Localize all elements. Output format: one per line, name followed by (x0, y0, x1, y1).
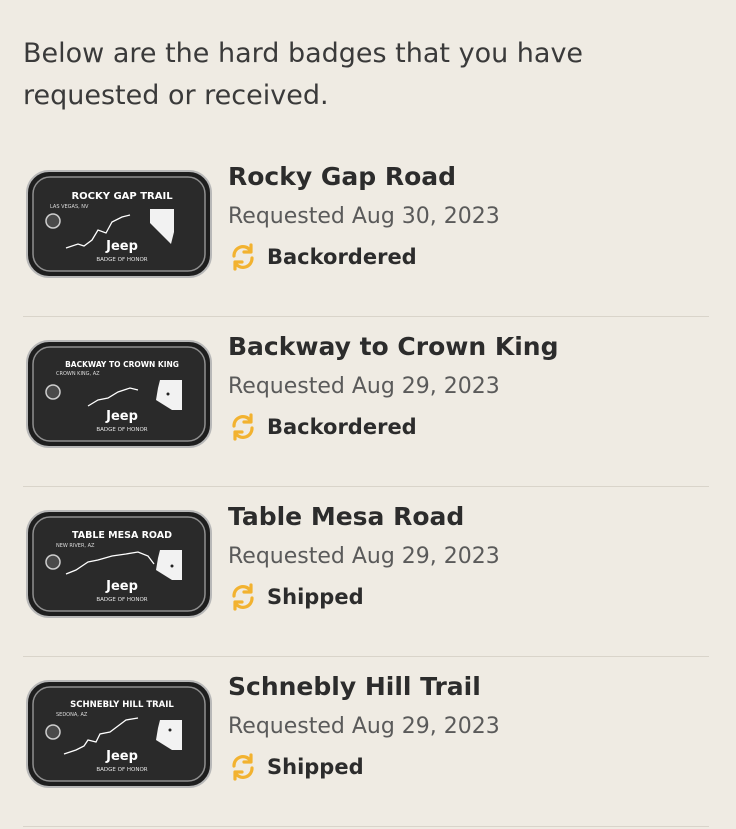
status-row: Shipped (228, 582, 364, 612)
badge-request-date: Requested Aug 29, 2023 (228, 714, 500, 739)
plate-location: LAS VEGAS, NV (50, 204, 89, 210)
badge-plate-image: BACKWAY TO CROWN KING CROWN KING, AZ Jee… (26, 340, 212, 448)
plate-title: TABLE MESA ROAD (72, 530, 172, 541)
plate-brand: Jeep (105, 749, 138, 764)
intro-text: Below are the hard badges that you have … (23, 38, 584, 111)
mounting-hole-icon (45, 554, 61, 570)
mounting-hole-icon (45, 724, 61, 740)
status-label: Backordered (267, 245, 417, 269)
badge-list-item[interactable]: TABLE MESA ROAD NEW RIVER, AZ Jeep BADGE… (23, 486, 709, 657)
badge-request-date: Requested Aug 30, 2023 (228, 204, 500, 229)
mounting-hole-icon (45, 384, 61, 400)
refresh-icon (232, 583, 254, 611)
status-row: Shipped (228, 752, 364, 782)
plate-title: ROCKY GAP TRAIL (71, 191, 173, 202)
plate-footer: BADGE OF HONOR (96, 427, 147, 433)
refresh-icon (232, 243, 254, 271)
badge-list-item[interactable]: ROCKY GAP TRAIL LAS VEGAS, NV Jeep BADGE… (23, 146, 709, 317)
status-label: Shipped (267, 755, 364, 779)
plate-brand: Jeep (105, 239, 138, 254)
plate-brand: Jeep (105, 579, 138, 594)
plate-footer: BADGE OF HONOR (96, 767, 147, 773)
plate-title: BACKWAY TO CROWN KING (65, 360, 179, 369)
badge-plate-image: ROCKY GAP TRAIL LAS VEGAS, NV Jeep BADGE… (26, 170, 212, 278)
plate-title: SCHNEBLY HILL TRAIL (70, 700, 174, 710)
plate-location: CROWN KING, AZ (56, 371, 100, 377)
badge-list-item[interactable]: BACKWAY TO CROWN KING CROWN KING, AZ Jee… (23, 316, 709, 487)
status-label: Shipped (267, 585, 364, 609)
plate-footer: BADGE OF HONOR (96, 257, 147, 263)
badge-request-date: Requested Aug 29, 2023 (228, 544, 500, 569)
refresh-icon (232, 753, 254, 781)
plate-footer: BADGE OF HONOR (96, 597, 147, 603)
status-row: Backordered (228, 242, 417, 272)
badge-list-item[interactable]: SCHNEBLY HILL TRAIL SEDONA, AZ Jeep BADG… (23, 656, 709, 827)
hard-badges-page: Below are the hard badges that you have … (0, 0, 736, 829)
badge-plate-image: TABLE MESA ROAD NEW RIVER, AZ Jeep BADGE… (26, 510, 212, 618)
status-label: Backordered (267, 415, 417, 439)
refresh-icon (232, 413, 254, 441)
badge-name[interactable]: Rocky Gap Road (228, 162, 456, 191)
plate-location: NEW RIVER, AZ (56, 543, 95, 549)
badge-name[interactable]: Schnebly Hill Trail (228, 672, 481, 701)
plate-brand: Jeep (105, 409, 138, 424)
badge-plate-image: SCHNEBLY HILL TRAIL SEDONA, AZ Jeep BADG… (26, 680, 212, 788)
badge-request-date: Requested Aug 29, 2023 (228, 374, 500, 399)
mounting-hole-icon (45, 213, 61, 229)
badge-name[interactable]: Table Mesa Road (228, 502, 464, 531)
status-row: Backordered (228, 412, 417, 442)
badge-name[interactable]: Backway to Crown King (228, 332, 558, 361)
plate-location: SEDONA, AZ (56, 712, 88, 718)
